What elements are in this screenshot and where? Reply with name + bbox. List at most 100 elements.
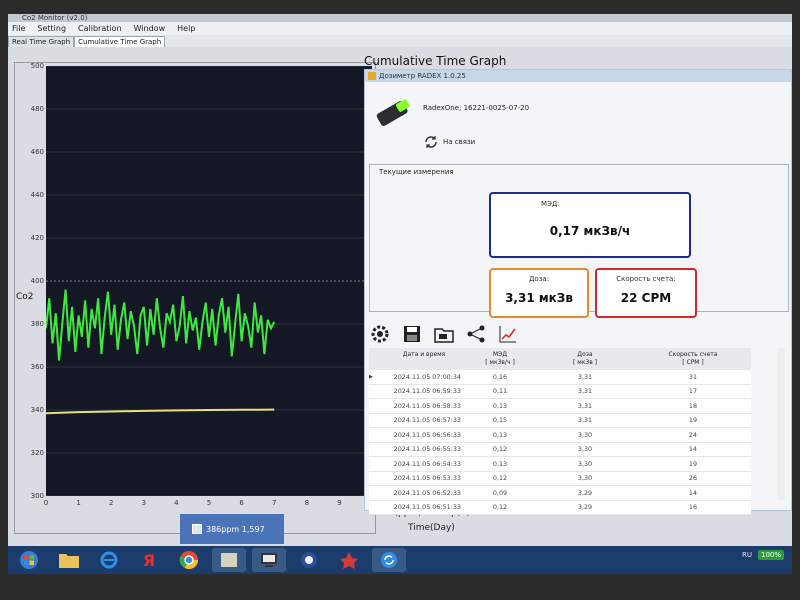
col-med[interactable]: МЭД [493, 351, 507, 358]
app-title-bar: Co2 Monitor (v2.0) [8, 14, 792, 22]
cell-med: 0,13 [492, 401, 508, 410]
y-tick-label: 360 [30, 363, 44, 371]
taskbar: Я RU 100% [8, 546, 792, 574]
taskbar-explorer[interactable] [52, 548, 86, 572]
cell-dose: 3,30 [577, 459, 593, 468]
cell-count-rate: 31 [688, 372, 698, 381]
table-row[interactable]: 2024.11.05 06:56:33 0,13 3,30 24 [369, 428, 751, 443]
taskbar-yandex[interactable]: Я [132, 548, 166, 572]
chart-series [46, 289, 276, 415]
language-indicator[interactable]: RU [742, 551, 752, 559]
tab-cumulative-time-graph[interactable]: Cumulative Time Graph [74, 36, 166, 47]
cell-med: 0,11 [492, 387, 508, 396]
folder-icon [59, 554, 79, 568]
x-tick-label: 4 [174, 499, 179, 507]
taskbar-app-2[interactable] [252, 548, 286, 572]
graph-title: Cumulative Time Graph [364, 54, 507, 68]
y-tick-label: 320 [30, 449, 44, 457]
chart-icon[interactable] [497, 323, 519, 345]
taskbar-chrome[interactable] [172, 548, 206, 572]
table-row[interactable]: 2024.11.05 06:59:33 0,11 3,31 17 [369, 384, 751, 399]
dose-box: Доза: 3,31 мкЗв [489, 268, 589, 318]
screen: Co2 Monitor (v2.0) File Setting Calibrat… [8, 14, 792, 546]
menu-file[interactable]: File [12, 24, 25, 33]
cell-count-rate: 26 [688, 474, 698, 483]
cell-datetime: 2024.11.05 06:59:33 [393, 387, 461, 396]
yandex-icon: Я [142, 550, 156, 570]
col-count-rate-unit: [ CPM ] [682, 359, 704, 366]
tab-bar: Real Time Graph Cumulative Time Graph [8, 35, 792, 47]
cell-med: 0,15 [492, 416, 508, 425]
cell-dose: 3,31 [577, 416, 593, 425]
menu-help[interactable]: Help [177, 24, 195, 33]
tab-real-time-graph[interactable]: Real Time Graph [8, 36, 75, 47]
count-rate-value: 22 CPM [620, 291, 672, 305]
system-tray: RU 100% [742, 550, 784, 560]
group-label: Текущие измерения [377, 168, 456, 176]
y-tick-label: 500 [30, 62, 44, 70]
taskbar-app-4[interactable] [332, 548, 366, 572]
taskbar-preview-tooltip[interactable]: 386ppm 1,597 [180, 514, 284, 544]
chart-grid [46, 66, 372, 496]
x-tick-label: 6 [239, 499, 244, 507]
start-button[interactable] [12, 548, 46, 572]
table-row[interactable]: 2024.11.05 06:57:33 0,15 3,31 19 [369, 413, 751, 428]
menu-setting[interactable]: Setting [37, 24, 66, 33]
col-dose-unit: [ мкЗв ] [572, 359, 598, 366]
taskbar-app-5[interactable] [372, 548, 406, 572]
cell-dose: 3,30 [577, 430, 593, 439]
table-row[interactable]: 2024.11.05 06:52:33 0,09 3,29 14 [369, 486, 751, 501]
taskbar-ie[interactable] [92, 548, 126, 572]
table-row[interactable]: 2024.11.05 06:51:33 0,12 3,29 16 [369, 500, 751, 515]
col-dose[interactable]: Доза [577, 351, 592, 358]
med-label: МЭД: [541, 200, 560, 208]
cell-med: 0,13 [492, 430, 508, 439]
table-row[interactable]: ▶ 2024.11.05 07:00:34 0,16 3,31 31 [369, 370, 751, 385]
connection-status: На связи [423, 134, 475, 150]
cell-med: 0,12 [492, 503, 508, 512]
window-icon [192, 524, 202, 534]
cell-med: 0,13 [492, 459, 508, 468]
table-header: Дата и время МЭД[ мкЗв/ч ] Доза[ мкЗв ] … [369, 348, 751, 370]
y-axis-label: Co2 [16, 292, 34, 302]
table-row[interactable]: 2024.11.05 06:58:33 0,13 3,31 18 [369, 399, 751, 414]
y-tick-label: 440 [30, 191, 44, 199]
row-selector: ▶ [369, 373, 373, 380]
y-tick-label: 340 [30, 406, 44, 414]
cell-dose: 3,29 [577, 488, 593, 497]
battery-indicator[interactable]: 100% [757, 550, 784, 560]
settings-gear-icon[interactable] [369, 323, 391, 345]
cell-med: 0,12 [492, 445, 508, 454]
cell-dose: 3,30 [577, 445, 593, 454]
cell-datetime: 2024.11.05 06:56:33 [393, 430, 461, 439]
save-icon[interactable] [401, 323, 423, 345]
table-row[interactable]: 2024.11.05 06:55:33 0,12 3,30 14 [369, 442, 751, 457]
radex-dialog: Дозиметр RADEX 1.0.25 RadexOne; 16221-00… [364, 69, 792, 515]
media-app-icon [301, 552, 317, 568]
med-value: 0,17 мкЗв/ч [549, 224, 631, 238]
cell-datetime: 2024.11.05 06:52:33 [393, 488, 461, 497]
menu-window[interactable]: Window [134, 24, 166, 33]
col-datetime[interactable]: Дата и время [403, 351, 445, 358]
open-folder-icon[interactable] [433, 323, 455, 345]
x-axis-label: Time(Day) [408, 523, 455, 533]
table-row[interactable]: 2024.11.05 06:54:33 0,13 3,30 19 [369, 457, 751, 472]
taskbar-app-3[interactable] [292, 548, 326, 572]
y-tick-label: 380 [30, 320, 44, 328]
chrome-icon [179, 551, 198, 570]
taskbar-app-1[interactable] [212, 548, 246, 572]
dialog-title-bar: Дозиметр RADEX 1.0.25 [365, 70, 791, 82]
status-text: На связи [443, 138, 476, 146]
connection-settings-icon[interactable] [465, 323, 487, 345]
cell-dose: 3,31 [577, 401, 593, 410]
col-count-rate[interactable]: Скорость счета [669, 351, 718, 358]
cell-datetime: 2024.11.05 06:54:33 [393, 459, 461, 468]
table-body: ▶ 2024.11.05 07:00:34 0,16 3,31 31 2024.11.05… [369, 370, 751, 515]
application-icon [221, 553, 237, 567]
table-scrollbar[interactable] [777, 348, 785, 500]
dose-label: Доза: [528, 275, 550, 283]
menu-calibration[interactable]: Calibration [78, 24, 122, 33]
refresh-icon[interactable] [423, 134, 439, 150]
table-row[interactable]: 2024.11.05 06:53:33 0,12 3,30 26 [369, 471, 751, 486]
cell-med: 0,09 [492, 488, 508, 497]
